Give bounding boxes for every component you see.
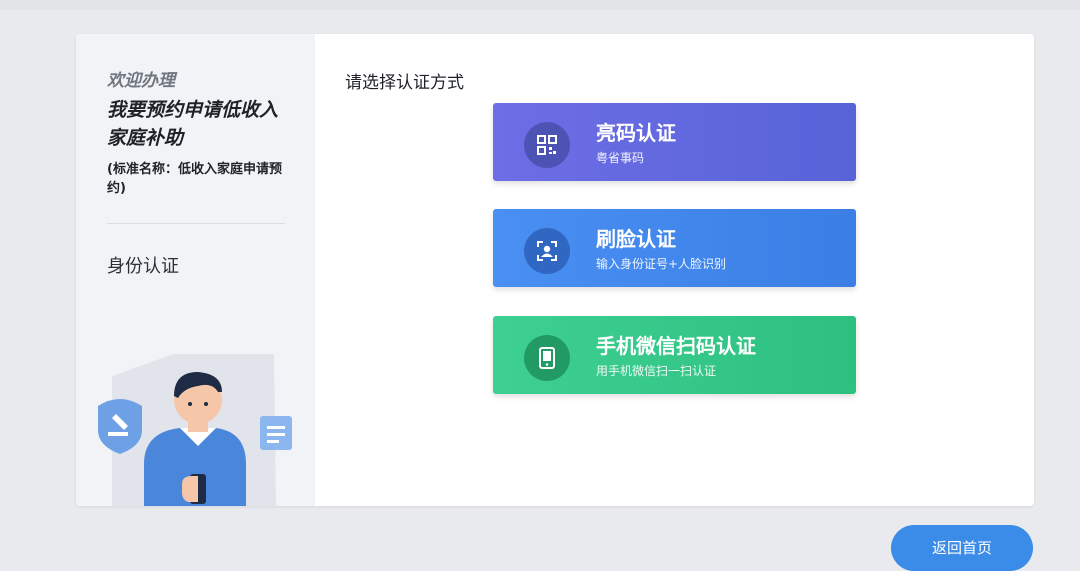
option-title: 亮码认证 [596,121,676,145]
person-with-phone-illustration [98,354,292,506]
document-icon [260,416,292,450]
divider [107,223,285,224]
face-scan-icon [524,228,570,274]
welcome-label: 欢迎办理 [107,71,175,91]
qr-code-icon [524,122,570,168]
show-code-auth-button[interactable]: 亮码认证 粤省事码 [493,103,856,181]
auth-card: 欢迎办理 我要预约申请低收入家庭补助 (标准名称：低收入家庭申请预约) 身份认证 [76,34,1034,506]
top-bar [0,0,1080,10]
phone-icon [524,335,570,381]
service-title: 我要预约申请低收入家庭补助 [107,99,279,149]
face-auth-button[interactable]: 刷脸认证 输入身份证号+人脸识别 [493,209,856,287]
back-home-button[interactable]: 返回首页 [891,525,1033,571]
option-subtitle: 粤省事码 [596,151,645,165]
sidebar: 欢迎办理 我要预约申请低收入家庭补助 (标准名称：低收入家庭申请预约) 身份认证 [76,34,315,506]
current-step-label: 身份认证 [107,256,179,277]
option-title: 刷脸认证 [596,227,676,251]
wechat-scan-auth-button[interactable]: 手机微信扫码认证 用手机微信扫一扫认证 [493,316,856,394]
option-title: 手机微信扫码认证 [596,334,756,358]
option-subtitle: 用手机微信扫一扫认证 [596,364,717,378]
standard-name: (标准名称：低收入家庭申请预约) [107,162,282,196]
option-subtitle: 输入身份证号+人脸识别 [596,257,727,271]
auth-method-prompt: 请选择认证方式 [345,73,464,93]
